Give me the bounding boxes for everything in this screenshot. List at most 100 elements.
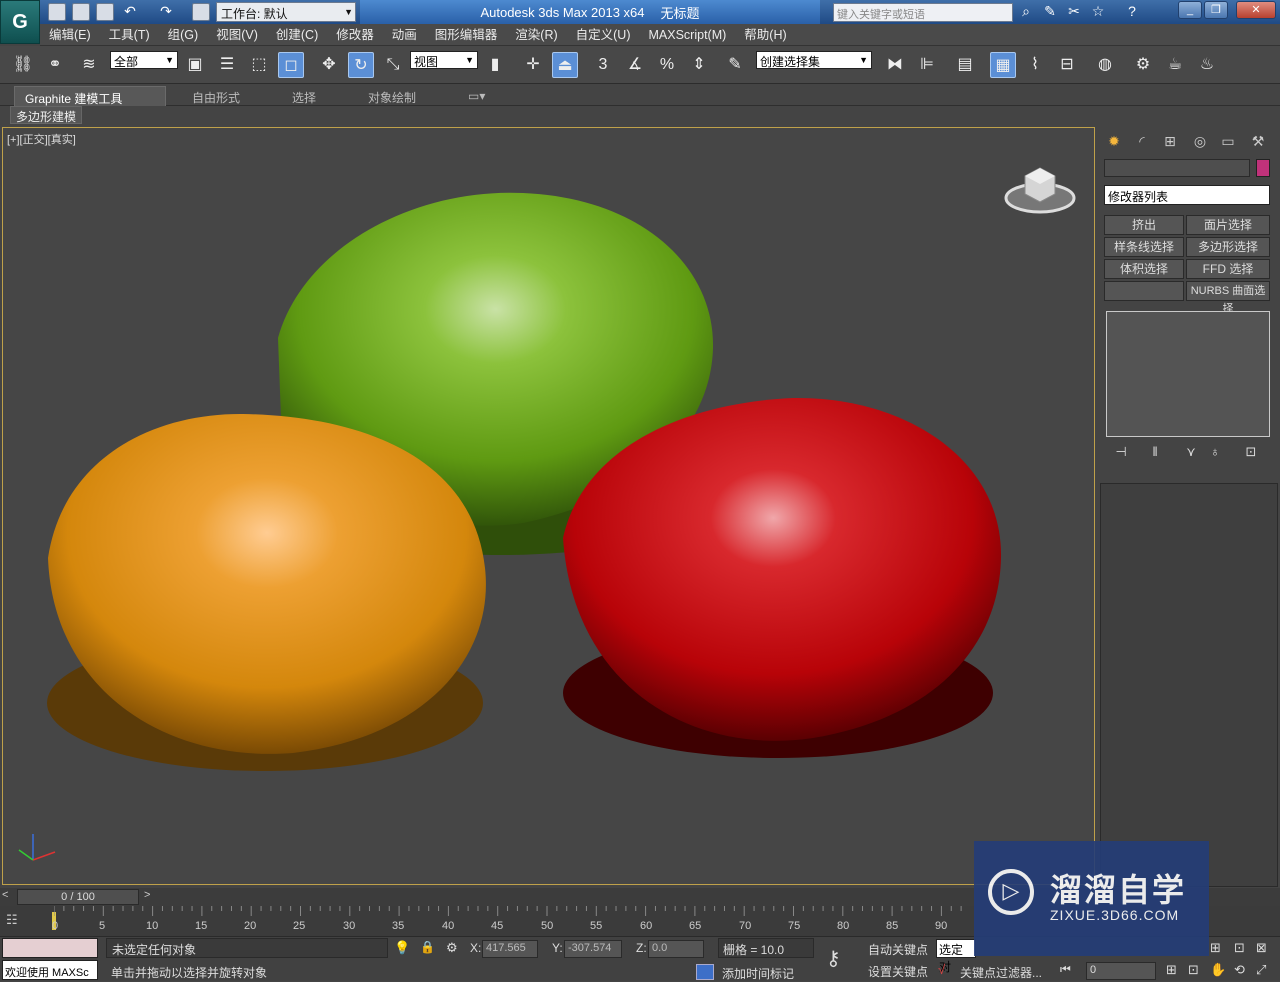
menu-modifiers[interactable]: 修改器 bbox=[327, 24, 383, 46]
time-slider-thumb[interactable]: 0 / 100 bbox=[17, 889, 139, 905]
snaps-toggle-icon[interactable]: 3 bbox=[590, 52, 616, 78]
render-setup-icon[interactable]: ⚙ bbox=[1130, 52, 1156, 78]
pan-icon[interactable]: ✋ bbox=[1210, 962, 1226, 978]
object-name-field[interactable] bbox=[1104, 159, 1250, 177]
tab-selection[interactable]: 选择 bbox=[282, 86, 326, 106]
favorites-star-icon[interactable]: ☆ bbox=[1088, 3, 1108, 21]
motion-tab-icon[interactable]: ◎ bbox=[1188, 129, 1212, 153]
modifier-list-dropdown[interactable]: 修改器列表 bbox=[1104, 185, 1270, 205]
absolute-mode-icon[interactable]: ⚙ bbox=[446, 940, 458, 956]
menu-help[interactable]: 帮助(H) bbox=[735, 24, 795, 46]
make-unique-icon[interactable]: ⋎ bbox=[1180, 444, 1202, 462]
named-selection-dropdown[interactable]: 创建选择集 ▼ bbox=[756, 51, 872, 69]
workspace-dropdown[interactable]: 工作台: 默认 ▼ bbox=[216, 2, 356, 22]
create-tab-icon[interactable]: ✹ bbox=[1102, 129, 1126, 153]
tab-freeform[interactable]: 自由形式 bbox=[182, 86, 250, 106]
orbit-icon[interactable]: ⟲ bbox=[1234, 962, 1245, 978]
close-button[interactable]: ✕ bbox=[1236, 1, 1276, 19]
edit-named-selection-icon[interactable]: ✎ bbox=[722, 52, 748, 78]
menu-edit[interactable]: 编辑(E) bbox=[40, 24, 100, 46]
open-file-icon[interactable] bbox=[72, 3, 90, 21]
red-chair[interactable] bbox=[563, 397, 1002, 758]
field-of-view-icon[interactable]: ⊡ bbox=[1188, 962, 1199, 978]
move-icon[interactable]: ✥ bbox=[316, 52, 342, 78]
key-icon[interactable]: ⚷ bbox=[826, 946, 841, 971]
poly-select-button[interactable]: 多边形选择 bbox=[1186, 237, 1270, 257]
curve-editor-icon[interactable]: ⌇ bbox=[1022, 52, 1048, 78]
selected-object-dropdown[interactable]: 选定对 bbox=[936, 939, 976, 974]
select-by-name-icon[interactable]: ☰ bbox=[214, 52, 240, 78]
nurbs-surface-select-button[interactable]: NURBS 曲面选择 bbox=[1186, 281, 1270, 315]
x-coordinate-field[interactable]: 417.565 bbox=[482, 940, 538, 958]
rotate-icon[interactable]: ↻ bbox=[348, 52, 374, 78]
modifier-stack-list[interactable] bbox=[1106, 311, 1270, 437]
restore-button[interactable]: ❐ bbox=[1204, 1, 1228, 19]
selection-filter-dropdown[interactable]: 全部 ▼ bbox=[110, 51, 178, 69]
scale-icon[interactable]: ⤡ bbox=[380, 52, 406, 78]
link-icon[interactable]: ⛓ bbox=[10, 52, 36, 78]
mini-curve-editor-icon[interactable]: ☷ bbox=[6, 912, 32, 930]
configure-modifier-sets-icon[interactable]: ⊡ bbox=[1240, 444, 1262, 462]
subscription-icon[interactable]: ✎ bbox=[1040, 3, 1060, 21]
slider-prev-icon[interactable]: < bbox=[2, 889, 8, 901]
menu-tools[interactable]: 工具(T) bbox=[100, 24, 159, 46]
minimize-button[interactable]: _ bbox=[1178, 1, 1202, 19]
rectangular-selection-icon[interactable]: ⬚ bbox=[246, 52, 272, 78]
ribbon-options-icon[interactable]: ▭▾ bbox=[458, 86, 495, 106]
maxscript-input[interactable]: 欢迎使用 MAXSc bbox=[2, 960, 98, 980]
project-folder-icon[interactable] bbox=[192, 3, 210, 21]
window-crossing-icon[interactable]: ◻ bbox=[278, 52, 304, 78]
percent-snap-icon[interactable]: % bbox=[654, 52, 680, 78]
binoculars-icon[interactable]: ⌕ bbox=[1016, 3, 1036, 21]
save-file-icon[interactable] bbox=[96, 3, 114, 21]
key-filters-button[interactable]: 关键点过滤器... bbox=[960, 964, 1042, 981]
menu-views[interactable]: 视图(V) bbox=[207, 24, 267, 46]
zoom-extents-icon[interactable]: ⊞ bbox=[1166, 962, 1177, 978]
menu-maxscript[interactable]: MAXScript(M) bbox=[640, 24, 736, 46]
schematic-view-icon[interactable]: ⊟ bbox=[1054, 52, 1080, 78]
maximize-viewport-icon[interactable]: ⤢ bbox=[1256, 962, 1266, 978]
isolate-selection-icon[interactable]: 💡 bbox=[394, 940, 410, 956]
keyboard-shortcut-override-icon[interactable]: ⏏ bbox=[552, 52, 578, 78]
align-icon[interactable]: ⊫ bbox=[914, 52, 940, 78]
patch-select-button[interactable]: 面片选择 bbox=[1186, 215, 1270, 235]
menu-group[interactable]: 组(G) bbox=[159, 24, 208, 46]
undo-icon[interactable]: ↶ bbox=[120, 3, 140, 21]
zoom-region-icon[interactable]: ⊠ bbox=[1256, 940, 1267, 956]
graphite-toggle-icon[interactable]: ▦ bbox=[990, 52, 1016, 78]
tab-graphite-modeling[interactable]: Graphite 建模工具 bbox=[14, 86, 166, 106]
tab-object-paint[interactable]: 对象绘制 bbox=[358, 86, 426, 106]
current-frame-field[interactable]: 0 bbox=[1086, 962, 1156, 980]
empty-modifier-button[interactable] bbox=[1104, 281, 1184, 301]
angle-snap-icon[interactable]: ∡ bbox=[622, 52, 648, 78]
ffd-select-button[interactable]: FFD 选择 bbox=[1186, 259, 1270, 279]
add-time-tag-label[interactable]: 添加时间标记 bbox=[722, 965, 794, 982]
slider-next-icon[interactable]: > bbox=[144, 889, 150, 901]
select-manipulate-icon[interactable]: ✛ bbox=[520, 52, 546, 78]
menu-create[interactable]: 创建(C) bbox=[267, 24, 327, 46]
menu-rendering[interactable]: 渲染(R) bbox=[506, 24, 566, 46]
material-editor-icon[interactable]: ◍ bbox=[1092, 52, 1118, 78]
menu-graph-editors[interactable]: 图形编辑器 bbox=[426, 24, 507, 46]
redo-icon[interactable]: ↷ bbox=[156, 3, 176, 21]
object-color-swatch[interactable] bbox=[1256, 159, 1270, 177]
app-logo-icon[interactable]: G bbox=[0, 0, 40, 44]
layer-manager-icon[interactable]: ▤ bbox=[952, 52, 978, 78]
add-time-tag-icon[interactable] bbox=[696, 964, 714, 980]
bind-space-warp-icon[interactable]: ≋ bbox=[76, 52, 102, 78]
select-object-icon[interactable]: ▣ bbox=[182, 52, 208, 78]
menu-animation[interactable]: 动画 bbox=[383, 24, 426, 46]
spinner-snap-icon[interactable]: ⇕ bbox=[686, 52, 712, 78]
go-to-start-icon[interactable]: ⏮ bbox=[1060, 962, 1071, 977]
perspective-viewport[interactable]: [+][正交][真实] bbox=[2, 127, 1095, 885]
communication-icon[interactable]: ✂ bbox=[1064, 3, 1084, 21]
y-coordinate-field[interactable]: -307.574 bbox=[564, 940, 622, 958]
viewcube-icon[interactable] bbox=[1003, 158, 1077, 218]
polygon-modeling-panel[interactable]: 多边形建模 bbox=[10, 106, 83, 124]
remove-modifier-icon[interactable]: ♁ bbox=[1204, 444, 1226, 462]
auto-key-button[interactable]: 自动关键点 bbox=[866, 940, 932, 958]
menu-customize[interactable]: 自定义(U) bbox=[567, 24, 640, 46]
rendered-frame-window-icon[interactable]: ☕ bbox=[1162, 52, 1188, 78]
spline-select-button[interactable]: 样条线选择 bbox=[1104, 237, 1184, 257]
search-input[interactable]: 键入关键字或短语 bbox=[833, 3, 1013, 22]
